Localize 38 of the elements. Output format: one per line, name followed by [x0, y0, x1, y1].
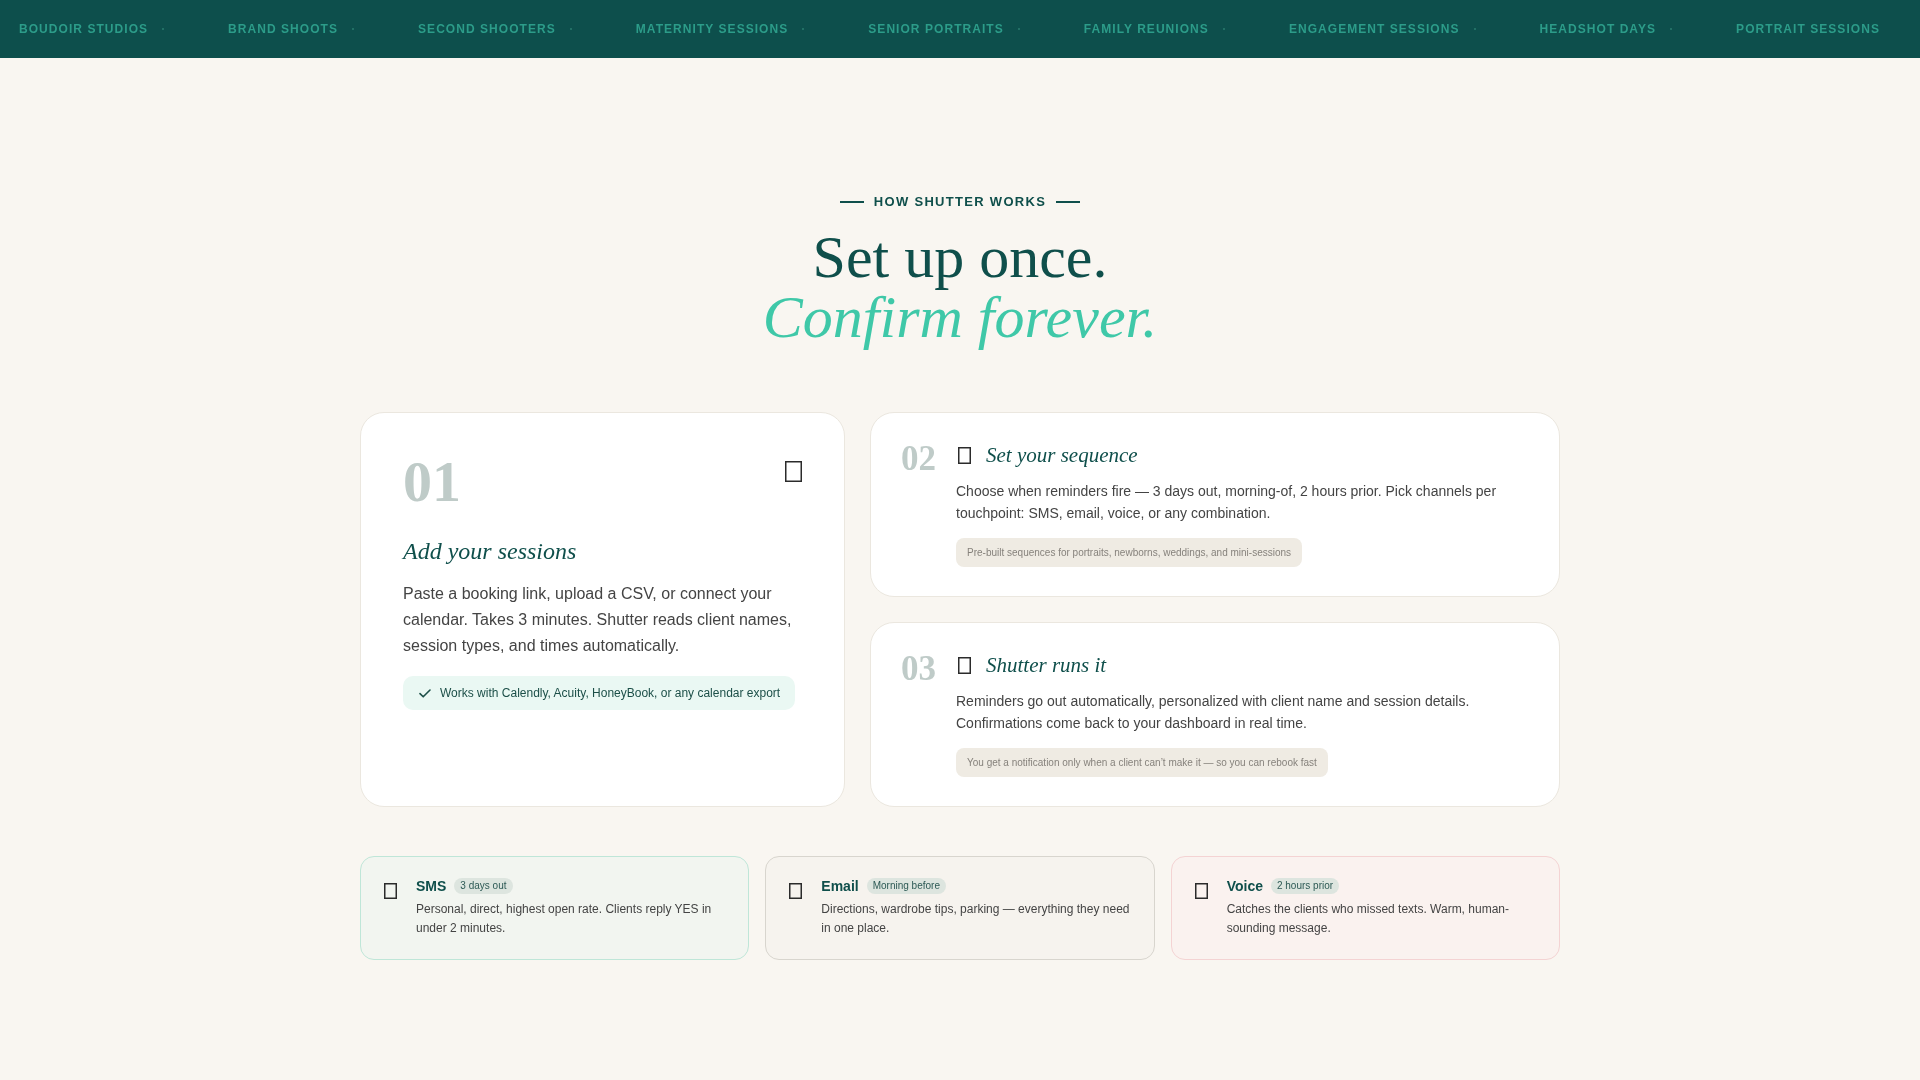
step-number: 02 [901, 441, 936, 476]
nav-link[interactable]: ENGAGEMENT SESSIONS [1288, 22, 1460, 36]
nav-link[interactable]: SECOND SHOOTERS [418, 22, 556, 36]
square-outline-icon [789, 883, 803, 899]
nav-link[interactable]: HEADSHOT DAYS [1539, 22, 1657, 36]
channel-description: Directions, wardrobe tips, parking — everything they need in one place. [821, 901, 1131, 937]
nav-link[interactable]: SENIOR PORTRAITS [868, 22, 1004, 36]
integration-note-text: Works with Calendly, Acuity, HoneyBook, or any calendar export [440, 686, 781, 700]
nav-link[interactable]: FAMILY REUNIONS [1083, 22, 1209, 36]
step-number: 01 [403, 453, 461, 511]
nav-link[interactable]: BRAND SHOOTS [228, 22, 339, 36]
square-outline-icon [1194, 883, 1208, 899]
timing-label: 2 hours prior [1270, 878, 1340, 894]
square-outline-icon [958, 657, 971, 674]
step-description: Reminders go out automatically, personalized with client name and session details. Confirmations come back to your dashboard in real time. [956, 692, 1471, 733]
step-description: Paste a booking link, upload a CSV, or connect your calendar. Takes 3 minutes. Shutter reads client names, session types, and times automatically. [403, 584, 793, 656]
nav-link[interactable]: PORTRAIT SESSIONS [1736, 22, 1880, 36]
step-tip: You get a notification only when a client can’t make it — so you can rebook fast [956, 748, 1328, 777]
nav-link[interactable]: MATERNITY SESSIONS [635, 22, 789, 36]
step-title: Add your sessions [403, 537, 577, 566]
square-outline-icon [958, 447, 971, 464]
check-icon [419, 688, 431, 698]
step-title: Set your sequence [986, 442, 1138, 469]
square-outline-icon [384, 883, 397, 899]
step-tip: Pre-built sequences for portraits, newborns, weddings, and mini-sessions [956, 538, 1303, 567]
channel-description: Personal, direct, highest open rate. Clients reply YES in under 2 minutes. [416, 901, 713, 937]
step-description: Choose when reminders fire — 3 days out, morning-of, 2 hours prior. Pick channels per touchpoint: SMS, email, voice, or any combination. [956, 482, 1498, 523]
timing-label: 3 days out [454, 878, 513, 894]
nav-link[interactable]: BOUDOIR STUDIOS [19, 22, 149, 36]
section-eyebrow: HOW SHUTTER WORKS [873, 194, 1047, 210]
channel-description: Catches the clients who missed texts. Warm, human-sounding message. [1226, 901, 1510, 937]
channel-name: Voice [1226, 878, 1263, 894]
square-outline-icon [785, 461, 802, 482]
channel-name: SMS [416, 878, 447, 894]
channel-name: Email [821, 878, 859, 894]
step-number: 03 [901, 651, 936, 686]
timing-label: Morning before [866, 878, 946, 894]
step-title: Shutter runs it [986, 652, 1107, 679]
